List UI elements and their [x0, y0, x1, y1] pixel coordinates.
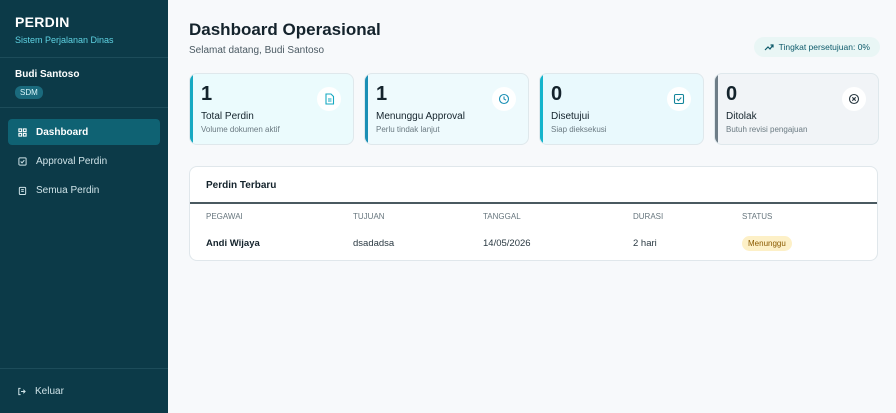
sidebar-item-label: Approval Perdin [36, 155, 108, 167]
column-header-pegawai: PEGAWAI [206, 211, 243, 221]
table-row[interactable]: Andi Wijaya dsadadsa 14/05/2026 2 hari M… [190, 228, 877, 259]
stat-card-ditolak: 0 Ditolak Butuh revisi pengajuan [714, 73, 879, 145]
approval-rate-text: Tingkat persetujuan: 0% [778, 42, 870, 52]
status-badge: Menunggu [742, 236, 792, 251]
stat-cards: 1 Total Perdin Volume dokumen aktif 1 Me… [189, 73, 879, 145]
trend-up-icon [764, 44, 774, 51]
stat-label: Menunggu Approval [376, 111, 465, 122]
stat-description: Siap dieksekusi [551, 125, 607, 134]
clock-icon [492, 87, 516, 111]
recent-perdin-panel: Perdin Terbaru PEGAWAI TUJUAN TANGGAL DU… [189, 166, 878, 261]
stat-label: Ditolak [726, 111, 757, 122]
document-icon [317, 87, 341, 111]
stat-description: Butuh revisi pengajuan [726, 125, 808, 134]
column-header-durasi: DURASI [633, 211, 664, 221]
sidebar-item-label: Dashboard [36, 126, 89, 138]
x-circle-icon [842, 87, 866, 111]
clipboard-icon [16, 184, 28, 196]
stat-card-disetujui: 0 Disetujui Siap dieksekusi [539, 73, 704, 145]
stat-card-total-perdin: 1 Total Perdin Volume dokumen aktif [189, 73, 354, 145]
column-header-status: STATUS [742, 211, 773, 221]
stat-description: Volume dokumen aktif [201, 125, 280, 134]
sidebar-item-semua-perdin[interactable]: Semua Perdin [8, 177, 160, 203]
main-content: Dashboard Operasional Selamat datang, Bu… [168, 0, 896, 413]
cell-pegawai: Andi Wijaya [206, 238, 260, 249]
greeting-text: Selamat datang, Budi Santoso [189, 45, 325, 56]
logout-label: Keluar [35, 385, 64, 397]
cell-tujuan: dsadadsa [353, 238, 395, 249]
column-header-tanggal: TANGGAL [483, 211, 521, 221]
stat-label: Total Perdin [201, 111, 254, 122]
sidebar-nav: Dashboard Approval Perdin Semua Perdin [0, 108, 168, 203]
user-info: Budi Santoso SDM [0, 58, 168, 108]
sidebar: PERDIN Sistem Perjalanan Dinas Budi Sant… [0, 0, 168, 413]
cell-status: Menunggu [742, 228, 792, 259]
sidebar-item-label: Semua Perdin [36, 184, 100, 196]
cell-tanggal: 14/05/2026 [483, 238, 531, 249]
page-title: Dashboard Operasional [189, 20, 381, 39]
check-square-icon [16, 155, 28, 167]
grid-icon [16, 126, 28, 138]
column-header-tujuan: TUJUAN [353, 211, 385, 221]
logout-button[interactable]: Keluar [0, 368, 168, 413]
stat-description: Perlu tindak lanjut [376, 125, 440, 134]
role-badge: SDM [15, 86, 43, 99]
cell-durasi: 2 hari [633, 238, 657, 249]
stat-card-menunggu-approval: 1 Menunggu Approval Perlu tindak lanjut [364, 73, 529, 145]
table-header: PEGAWAI TUJUAN TANGGAL DURASI STATUS [190, 204, 877, 228]
approval-rate-badge: Tingkat persetujuan: 0% [753, 37, 880, 57]
check-square-icon [667, 87, 691, 111]
stat-label: Disetujui [551, 111, 590, 122]
brand-subtitle: Sistem Perjalanan Dinas [15, 35, 114, 45]
brand-title: PERDIN [15, 14, 70, 30]
panel-title: Perdin Terbaru [206, 180, 277, 191]
brand: PERDIN Sistem Perjalanan Dinas [0, 0, 168, 58]
logout-icon [15, 385, 27, 397]
sidebar-item-approval-perdin[interactable]: Approval Perdin [8, 148, 160, 174]
user-name: Budi Santoso [15, 69, 80, 80]
sidebar-item-dashboard[interactable]: Dashboard [8, 119, 160, 145]
